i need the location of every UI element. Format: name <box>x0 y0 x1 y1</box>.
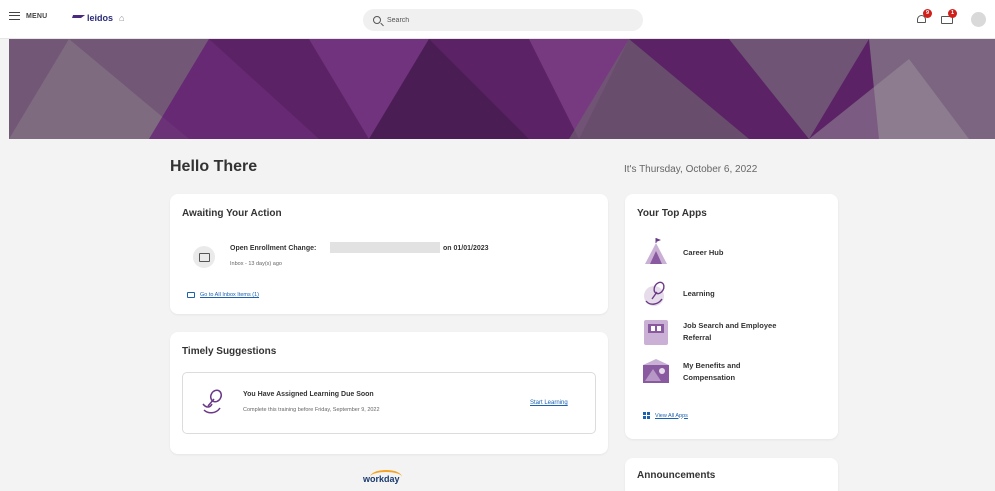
page-title: Hello There <box>170 158 258 175</box>
logo-text: leidos <box>87 13 114 23</box>
view-all-label: View All Apps <box>655 412 688 419</box>
date-text: It's Thursday, October 6, 2022 <box>624 164 758 175</box>
inbox-badge: 1 <box>948 9 957 18</box>
card-title: Awaiting Your Action <box>182 208 282 219</box>
leidos-logo[interactable]: leidos ⌂ <box>70 13 124 23</box>
grid-icon <box>643 412 650 419</box>
menu-label: MENU <box>26 12 48 20</box>
inbox-item-icon <box>193 246 215 268</box>
inbox-item-subtitle: Inbox - 13 day(s) ago <box>230 261 282 267</box>
card-title: Timely Suggestions <box>182 346 277 357</box>
inbox-item-date: on 01/01/2023 <box>443 245 489 252</box>
search-input[interactable] <box>387 16 587 24</box>
home-icon[interactable]: ⌂ <box>119 13 124 23</box>
app-label: My Benefits and Compensation <box>683 361 741 382</box>
top-bar: MENU leidos ⌂ 9 1 <box>0 0 995 39</box>
card-title: Announcements <box>637 470 716 481</box>
learning-icon <box>644 281 665 306</box>
timely-suggestions-card: Timely Suggestions You Have Assigned Lea… <box>170 332 608 454</box>
app-label: Job Search and Employee Referral <box>683 321 777 342</box>
benefits-icon <box>643 359 669 383</box>
all-inbox-items-link[interactable]: Go to All Inbox Items (1) <box>187 292 259 298</box>
inbox-item-title[interactable]: Open Enrollment Change: <box>230 245 316 252</box>
suggestion-item: You Have Assigned Learning Due Soon Comp… <box>182 372 596 434</box>
start-learning-link[interactable]: Start Learning <box>530 400 568 406</box>
announcements-card: Announcements <box>625 458 838 491</box>
redacted-name <box>330 242 440 253</box>
learning-hand-icon <box>202 389 223 414</box>
job-search-icon <box>644 320 668 345</box>
app-career-hub[interactable]: Career Hub <box>641 238 793 268</box>
career-hub-icon <box>645 238 667 264</box>
hamburger-icon <box>9 12 20 20</box>
workday-logo: workday <box>363 474 400 484</box>
app-learning[interactable]: Learning <box>641 279 793 309</box>
card-title: Your Top Apps <box>637 208 707 219</box>
menu-button[interactable]: MENU <box>9 12 47 20</box>
awaiting-action-card: Awaiting Your Action Open Enrollment Cha… <box>170 194 608 314</box>
search-bar[interactable] <box>363 9 643 31</box>
avatar[interactable] <box>971 12 986 27</box>
leidos-swoosh-icon <box>70 15 86 21</box>
top-apps-card: Your Top Apps Career Hub Learning Job Se… <box>625 194 838 439</box>
view-all-apps-link[interactable]: View All Apps <box>643 412 688 419</box>
app-benefits[interactable]: My Benefits and Compensation <box>641 357 793 387</box>
suggestion-subtitle: Complete this training before Friday, Se… <box>243 407 380 413</box>
inbox-icon <box>187 292 195 298</box>
search-icon <box>373 16 381 24</box>
inbox-button[interactable]: 1 <box>941 9 957 25</box>
suggestion-title: You Have Assigned Learning Due Soon <box>243 391 374 398</box>
app-label: Career Hub <box>683 248 724 257</box>
app-label: Learning <box>683 289 715 298</box>
hero-banner <box>9 39 995 139</box>
inbox-link-label: Go to All Inbox Items (1) <box>200 292 259 298</box>
banner-pattern <box>9 39 995 139</box>
notifications-badge: 9 <box>923 9 932 18</box>
notifications-button[interactable]: 9 <box>916 9 932 25</box>
app-job-search[interactable]: Job Search and Employee Referral <box>641 317 793 347</box>
